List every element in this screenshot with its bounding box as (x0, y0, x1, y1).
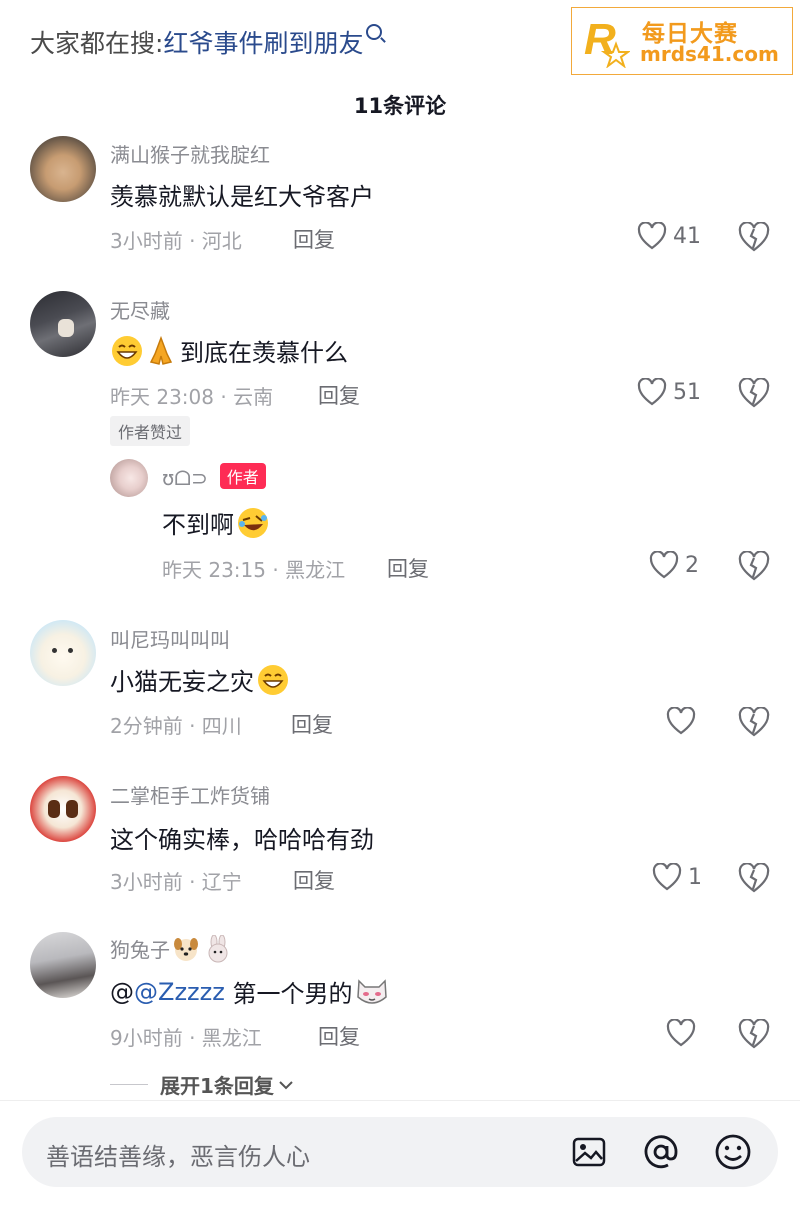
heart-icon (637, 222, 667, 250)
heart-icon (666, 707, 696, 735)
expand-replies-label: 展开1条回复 (160, 1074, 274, 1098)
top-bar: 大家都在搜:红爷事件刷到朋友 R 每日大赛 mrds41.com (0, 0, 800, 80)
comment-input[interactable]: 善语结善缘，恶言伤人心 (22, 1117, 778, 1187)
comment-username[interactable]: 满山猴子就我腚红 (110, 139, 270, 168)
emoji-icon[interactable] (714, 1133, 752, 1171)
reply-button[interactable]: 回复 (291, 709, 333, 739)
expand-replies-button[interactable]: 展开1条回复 (110, 1070, 294, 1099)
dislike-heart-icon[interactable] (738, 1019, 770, 1049)
like-count: 2 (685, 552, 699, 578)
comment-username[interactable]: 叫尼玛叫叫叫 (110, 624, 230, 653)
like-button[interactable]: 2 (649, 551, 699, 579)
reply-username: ʊᗝ⊃ (162, 466, 208, 490)
comment-input-bar: 善语结善缘，恶言伤人心 (0, 1100, 800, 1217)
grin-emoji-icon (112, 335, 142, 366)
dislike-heart-icon[interactable] (738, 551, 770, 581)
like-button[interactable] (666, 707, 696, 735)
dog-face-icon (174, 937, 198, 961)
reply-button[interactable]: 回复 (293, 865, 335, 895)
comment-text: 小猫无妄之灾 (110, 668, 254, 696)
search-suggestion[interactable]: 大家都在搜:红爷事件刷到朋友 (30, 24, 383, 60)
comment-meta: 2分钟前 · 四川 (110, 714, 242, 738)
avatar[interactable] (30, 136, 96, 202)
logo-icon: R (584, 15, 630, 68)
avatar[interactable] (30, 776, 96, 842)
comment-meta: 昨天 23:08 · 云南 (110, 385, 274, 409)
heart-icon (637, 378, 667, 406)
avatar[interactable] (30, 620, 96, 686)
comment-text-row: @ @Zzzzz 第一个男的 (110, 974, 390, 1009)
like-count: 1 (688, 864, 702, 890)
grin-emoji-icon (258, 664, 288, 695)
image-icon[interactable] (570, 1133, 608, 1171)
like-button[interactable] (666, 1019, 696, 1047)
dislike-heart-icon[interactable] (738, 222, 770, 252)
avatar[interactable] (30, 291, 96, 357)
search-prefix: 大家都在搜: (30, 29, 164, 58)
comment-text-prefix: @ (110, 977, 134, 1006)
heart-icon (666, 1019, 696, 1047)
at-icon[interactable] (642, 1133, 680, 1171)
author-liked-badge: 作者赞过 (110, 416, 191, 446)
reply-button[interactable]: 回复 (318, 380, 360, 410)
dislike-heart-icon[interactable] (738, 707, 770, 737)
rabbit-face-icon (208, 934, 228, 962)
watermark-logo: R 每日大赛 mrds41.com (571, 7, 793, 75)
reply-button[interactable]: 回复 (318, 1021, 360, 1051)
author-tag: 作者 (219, 463, 266, 489)
chevron-down-icon (279, 1080, 293, 1089)
comment-username-row[interactable]: 狗兔子 (110, 934, 232, 963)
comment-username[interactable]: 二掌柜手工炸货铺 (110, 780, 270, 809)
comment-text-row: 到底在羡慕什么 (110, 333, 348, 368)
comment-meta: 9小时前 · 黑龙江 (110, 1026, 262, 1050)
like-count: 41 (673, 223, 701, 249)
dislike-heart-icon[interactable] (738, 378, 770, 408)
like-button[interactable]: 41 (637, 222, 701, 250)
search-query[interactable]: 红爷事件刷到朋友 (163, 29, 363, 58)
comment-username[interactable]: 无尽藏 (110, 295, 170, 324)
pray-hands-icon (149, 335, 173, 365)
mention-link[interactable]: @Zzzzz (134, 978, 225, 1006)
comment-meta: 3小时前 · 河北 (110, 229, 242, 253)
divider (110, 1084, 148, 1085)
input-placeholder: 善语结善缘，恶言伤人心 (46, 1143, 310, 1171)
reply-button[interactable]: 回复 (387, 553, 429, 583)
reply-button[interactable]: 回复 (293, 224, 335, 254)
heart-icon (652, 863, 682, 891)
comment-meta: 昨天 23:15 · 黑龙江 (162, 558, 346, 582)
like-count: 51 (673, 379, 701, 405)
watermark-url: mrds41.com (640, 42, 779, 66)
search-icon (366, 24, 383, 40)
comment-text: 第一个男的 (224, 980, 353, 1008)
comment-text-row: 不到啊 (162, 505, 270, 540)
comment-meta: 3小时前 · 辽宁 (110, 870, 242, 894)
comment-text: 羡慕就默认是红大爷客户 (110, 183, 374, 211)
comment-text: 到底在羡慕什么 (180, 339, 348, 367)
cat-face-icon (357, 978, 388, 1004)
dislike-heart-icon[interactable] (738, 863, 770, 893)
comment-text-row: 小猫无妄之灾 (110, 662, 290, 697)
like-button[interactable]: 1 (652, 863, 702, 891)
comments-count-title: 11条评论 (353, 94, 447, 118)
avatar[interactable] (30, 932, 96, 998)
heart-icon (649, 551, 679, 579)
avatar[interactable] (110, 459, 148, 497)
comment-username[interactable]: ʊᗝ⊃ 作者 (162, 463, 266, 491)
rofl-emoji-icon (238, 507, 268, 538)
comment-text: 不到啊 (162, 511, 234, 539)
comment-username: 狗兔子 (110, 938, 170, 962)
comment-text: 这个确实棒，哈哈哈有劲 (110, 826, 374, 854)
like-button[interactable]: 51 (637, 378, 701, 406)
